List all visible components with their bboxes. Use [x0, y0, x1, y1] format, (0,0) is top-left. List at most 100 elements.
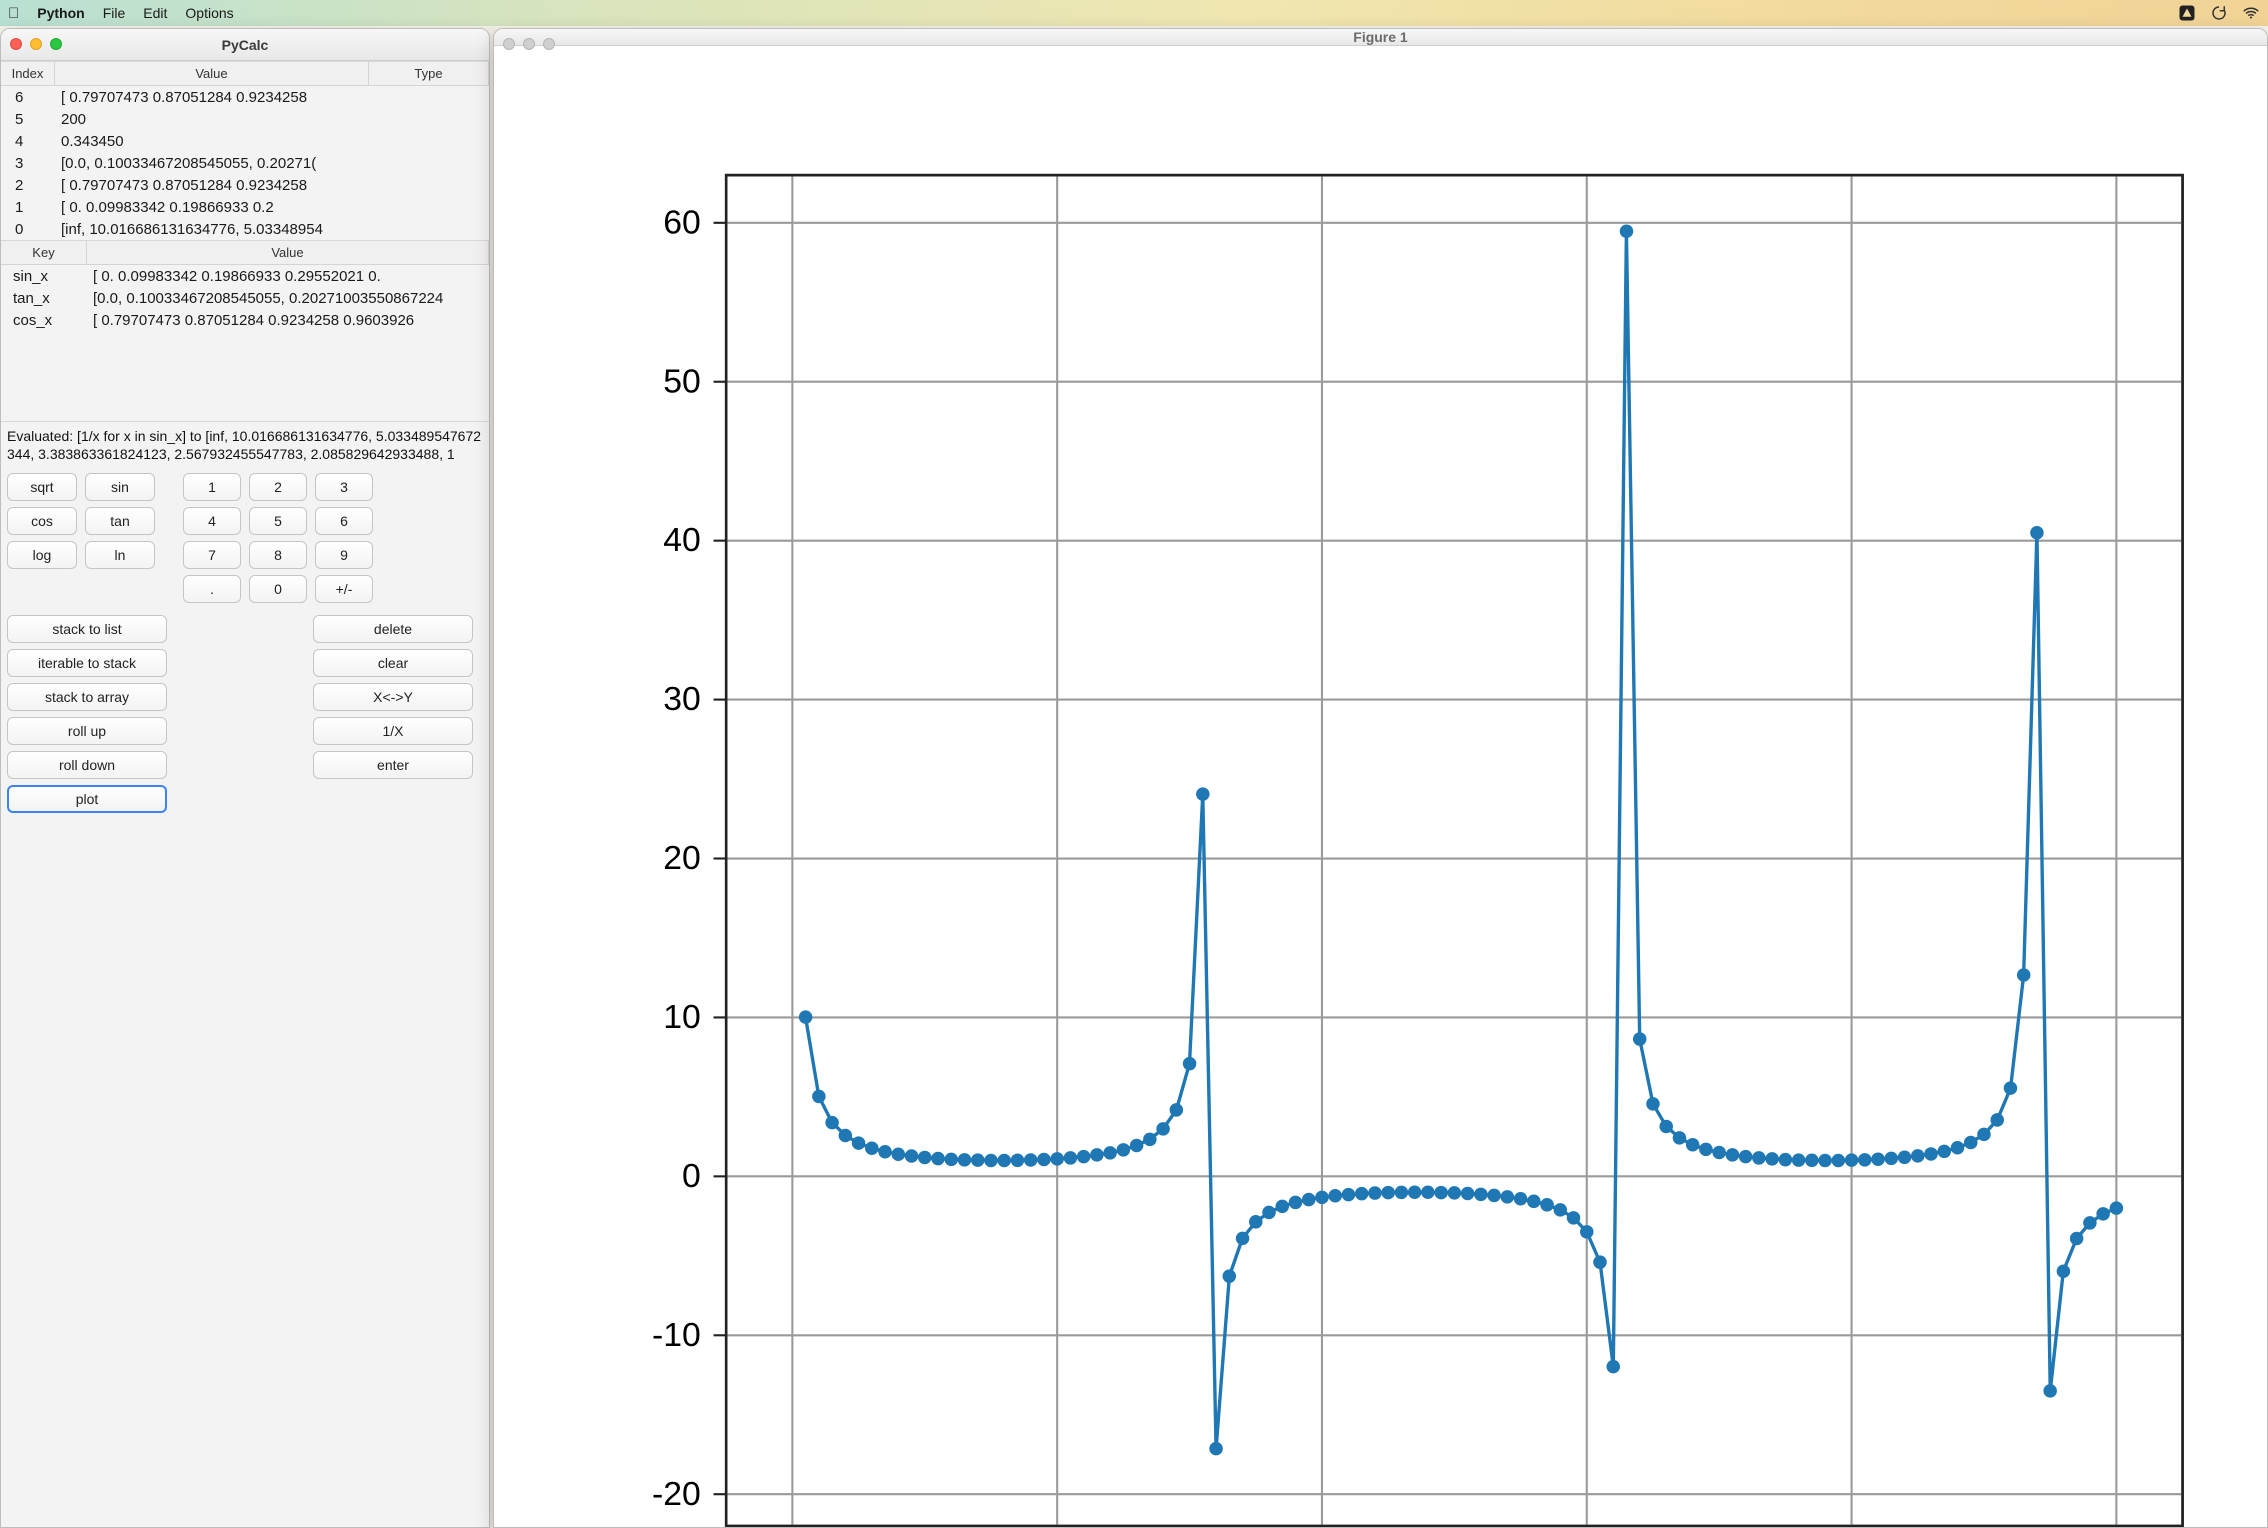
stack-cell-type	[369, 109, 489, 130]
vars-cell-value: [ 0.79707473 0.87051284 0.9234258 0.9603…	[87, 310, 489, 331]
stack-cell-index: 2	[1, 175, 55, 196]
mac-menu-bar:  Python File Edit Options	[0, 0, 2268, 26]
stack-cell-value: 0.343450	[55, 131, 369, 152]
swap-xy-button[interactable]: X<->Y	[313, 683, 473, 711]
stack-cell-value: [0.0, 0.10033467208545055, 0.20271(	[55, 153, 369, 174]
tray-sync-icon[interactable]	[2210, 4, 2228, 22]
stack-cell-type	[369, 197, 489, 218]
eval-output: Evaluated: [1/x for x in sin_x] to [inf,…	[1, 421, 489, 465]
pycalc-title: PyCalc	[222, 37, 269, 53]
stack-cell-index: 3	[1, 153, 55, 174]
app-menu[interactable]: Python	[37, 5, 84, 21]
svg-text:10: 10	[663, 998, 701, 1036]
delete-button[interactable]: delete	[313, 615, 473, 643]
stack-header-index: Index	[1, 62, 55, 85]
iterable-to-stack-button[interactable]: iterable to stack	[7, 649, 167, 677]
num-5-button[interactable]: 5	[249, 507, 307, 535]
clear-button[interactable]: clear	[313, 649, 473, 677]
fn-sin-button[interactable]: sin	[85, 473, 155, 501]
enter-button[interactable]: enter	[313, 751, 473, 779]
figure-titlebar[interactable]: Figure 1	[494, 29, 2267, 46]
vars-cell-key: sin_x	[1, 266, 87, 287]
vars-cell-value: [0.0, 0.10033467208545055, 0.20271003550…	[87, 288, 489, 309]
svg-text:-20: -20	[652, 1475, 701, 1513]
menu-edit[interactable]: Edit	[143, 5, 167, 21]
menu-tray	[2178, 4, 2260, 22]
menu-file[interactable]: File	[103, 5, 126, 21]
svg-text:20: 20	[663, 839, 701, 877]
stack-header-value: Value	[55, 62, 369, 85]
num-6-button[interactable]: 6	[315, 507, 373, 535]
vars-cell-value: [ 0. 0.09983342 0.19866933 0.29552021 0.	[87, 266, 489, 287]
vars-row[interactable]: sin_x[ 0. 0.09983342 0.19866933 0.295520…	[1, 265, 489, 287]
apple-menu-icon[interactable]: 	[8, 5, 19, 22]
num-0-button[interactable]: 0	[249, 575, 307, 603]
stack-header-type: Type	[369, 62, 489, 85]
fn-ln-button[interactable]: ln	[85, 541, 155, 569]
menu-options[interactable]: Options	[185, 5, 233, 21]
stack-cell-value: [ 0. 0.09983342 0.19866933 0.2	[55, 197, 369, 218]
stack-cell-value: [inf, 10.016686131634776, 5.03348954	[55, 219, 369, 240]
num-8-button[interactable]: 8	[249, 541, 307, 569]
stack-cell-index: 6	[1, 87, 55, 108]
minimize-icon[interactable]	[30, 38, 42, 50]
stack-row[interactable]: 5200	[1, 108, 489, 130]
fn-log-button[interactable]: log	[7, 541, 77, 569]
pycalc-window: PyCalc Index Value Type 6[ 0.79707473 0.…	[0, 28, 490, 1528]
plot-button[interactable]: plot	[7, 785, 167, 813]
stack-cell-index: 0	[1, 219, 55, 240]
tray-wifi-icon[interactable]	[2242, 4, 2260, 22]
stack-row[interactable]: 1[ 0. 0.09983342 0.19866933 0.2	[1, 196, 489, 218]
stack-cell-type	[369, 219, 489, 240]
num-plusminus-button[interactable]: +/-	[315, 575, 373, 603]
keypad: sqrt sin cos tan log ln 1 2	[1, 465, 489, 609]
vars-cell-key: tan_x	[1, 288, 87, 309]
svg-text:40: 40	[663, 521, 701, 559]
num-9-button[interactable]: 9	[315, 541, 373, 569]
vars-table: Key Value sin_x[ 0. 0.09983342 0.1986693…	[1, 240, 489, 415]
num-3-button[interactable]: 3	[315, 473, 373, 501]
vars-row[interactable]: cos_x[ 0.79707473 0.87051284 0.9234258 0…	[1, 309, 489, 331]
num-dot-button[interactable]: .	[183, 575, 241, 603]
num-4-button[interactable]: 4	[183, 507, 241, 535]
stack-row[interactable]: 3[0.0, 0.10033467208545055, 0.20271(	[1, 152, 489, 174]
stack-cell-index: 5	[1, 109, 55, 130]
num-1-button[interactable]: 1	[183, 473, 241, 501]
figure-title: Figure 1	[1353, 29, 1407, 45]
stack-cell-index: 1	[1, 197, 55, 218]
stack-row[interactable]: 6[ 0.79707473 0.87051284 0.9234258	[1, 86, 489, 108]
svg-text:-10: -10	[652, 1316, 701, 1354]
stack-row[interactable]: 2[ 0.79707473 0.87051284 0.9234258	[1, 174, 489, 196]
vars-header-value: Value	[87, 241, 489, 264]
roll-up-button[interactable]: roll up	[7, 717, 167, 745]
reciprocal-button[interactable]: 1/X	[313, 717, 473, 745]
tray-warning-icon[interactable]	[2178, 4, 2196, 22]
stack-cell-type	[369, 87, 489, 108]
stack-cell-type	[369, 131, 489, 152]
stack-cell-type	[369, 175, 489, 196]
vars-row[interactable]: tan_x[0.0, 0.10033467208545055, 0.202710…	[1, 287, 489, 309]
stack-cell-value: [ 0.79707473 0.87051284 0.9234258	[55, 175, 369, 196]
num-2-button[interactable]: 2	[249, 473, 307, 501]
stack-to-list-button[interactable]: stack to list	[7, 615, 167, 643]
close-icon[interactable]	[10, 38, 22, 50]
stack-to-array-button[interactable]: stack to array	[7, 683, 167, 711]
stack-cell-value: 200	[55, 109, 369, 130]
stack-cell-value: [ 0.79707473 0.87051284 0.9234258	[55, 87, 369, 108]
fn-cos-button[interactable]: cos	[7, 507, 77, 535]
stack-cell-index: 4	[1, 131, 55, 152]
stack-row[interactable]: 40.343450	[1, 130, 489, 152]
lower-ops: stack to list iterable to stack stack to…	[1, 609, 489, 823]
fn-sqrt-button[interactable]: sqrt	[7, 473, 77, 501]
svg-text:60: 60	[663, 203, 701, 241]
plot-area[interactable]: 020406080100-20-100102030405060	[494, 46, 2267, 1528]
figure-window: Figure 1 020406080100-20-100102030405060	[493, 28, 2268, 1528]
roll-down-button[interactable]: roll down	[7, 751, 167, 779]
stack-row[interactable]: 0[inf, 10.016686131634776, 5.03348954	[1, 218, 489, 240]
zoom-icon[interactable]	[50, 38, 62, 50]
svg-text:0: 0	[682, 1157, 701, 1195]
svg-text:30: 30	[663, 680, 701, 718]
fn-tan-button[interactable]: tan	[85, 507, 155, 535]
pycalc-titlebar[interactable]: PyCalc	[1, 29, 489, 61]
num-7-button[interactable]: 7	[183, 541, 241, 569]
